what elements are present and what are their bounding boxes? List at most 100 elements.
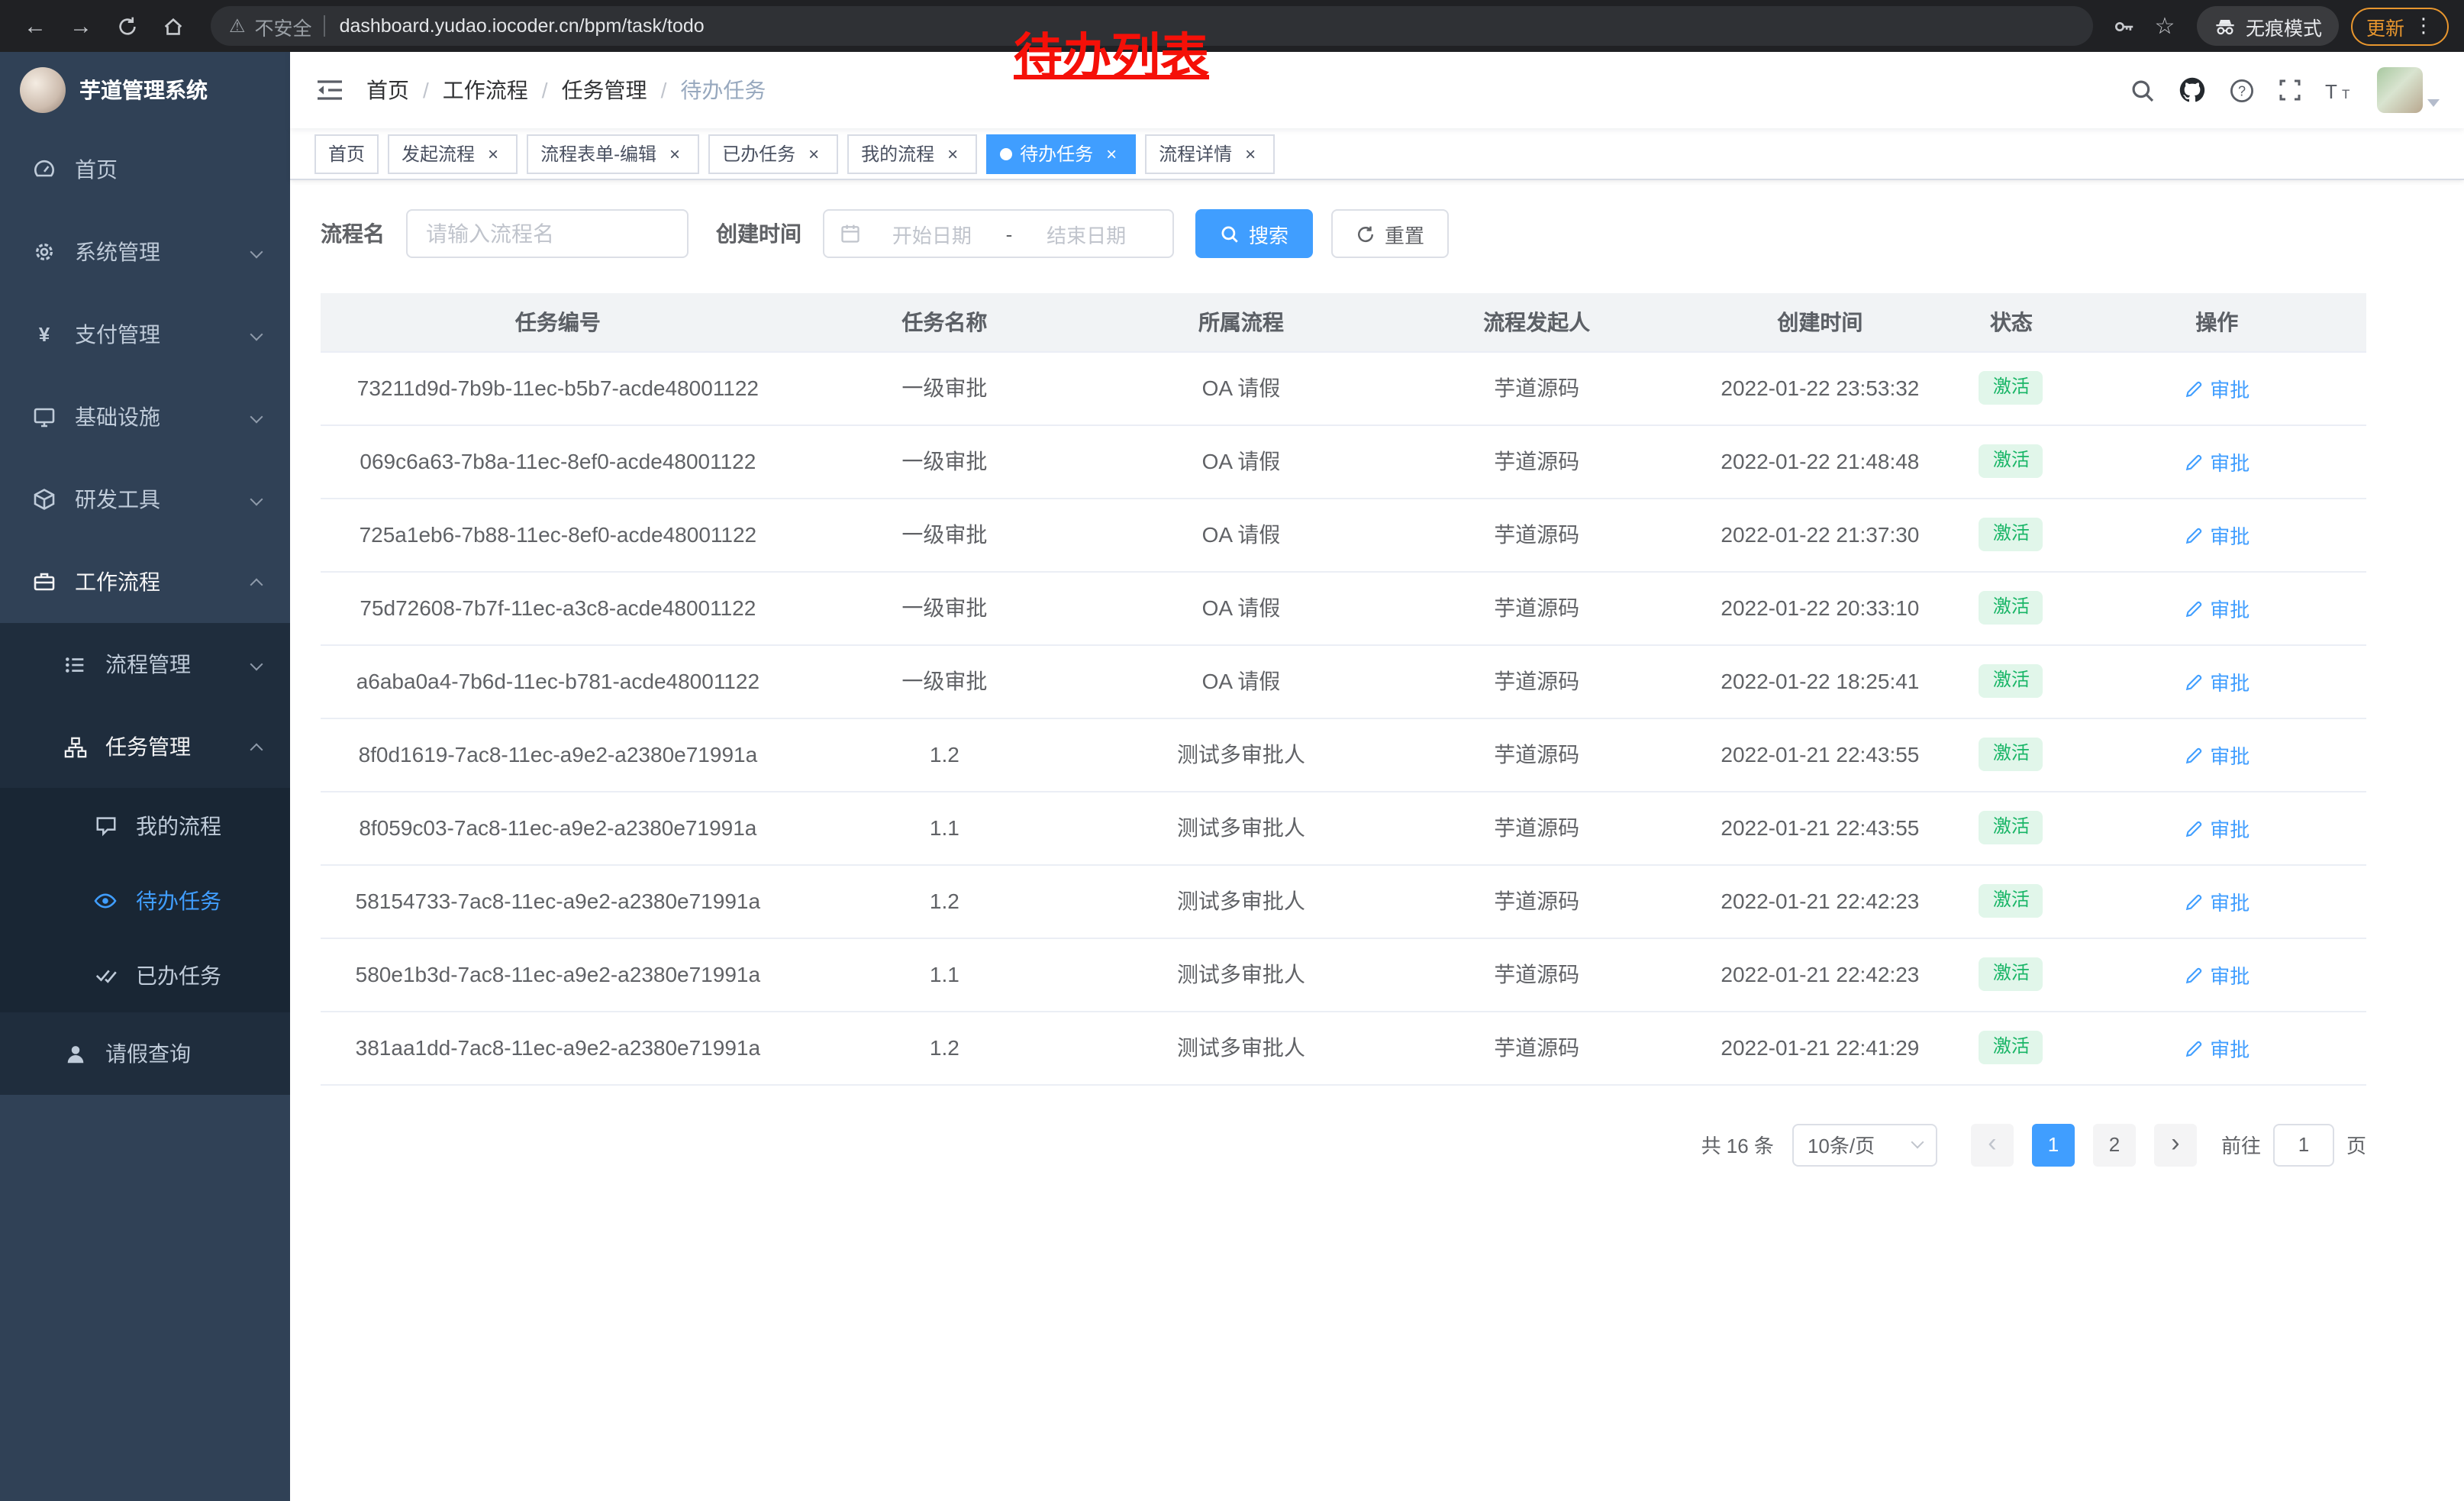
approve-link[interactable]: 审批 — [2184, 593, 2250, 622]
docs-help-button[interactable]: ? — [2229, 77, 2255, 103]
date-range-picker[interactable]: 开始日期 - 结束日期 — [823, 209, 1174, 258]
github-link-button[interactable] — [2179, 76, 2206, 104]
table-row: 069c6a63-7b8a-11ec-8ef0-acde48001122一级审批… — [321, 424, 2366, 498]
cell-status: 激活 — [1955, 498, 2067, 571]
navbar-right: ? TT — [2130, 67, 2440, 113]
app-shell: 芋道管理系统 首页系统管理¥支付管理基础设施研发工具工作流程流程管理任务管理我的… — [0, 52, 2464, 1501]
search-button[interactable]: 搜索 — [1195, 209, 1313, 258]
browser-back-button[interactable]: ← — [15, 6, 55, 46]
reset-button[interactable]: 重置 — [1331, 209, 1449, 258]
pen-icon — [2184, 451, 2204, 471]
column-header-actions: 操作 — [2068, 293, 2366, 351]
font-size-button[interactable]: TT — [2325, 79, 2354, 102]
sidebar-item-process-management[interactable]: 流程管理 — [0, 623, 290, 705]
approve-link[interactable]: 审批 — [2184, 667, 2250, 696]
cell-initiator: 芋道源码 — [1388, 1011, 1685, 1084]
sidebar-item-task-management[interactable]: 任务管理 — [0, 705, 290, 788]
key-icon — [2114, 15, 2137, 37]
browser-reload-button[interactable] — [107, 6, 147, 46]
sidebar-item-label: 支付管理 — [75, 319, 160, 350]
pen-icon — [2184, 1038, 2204, 1057]
sidebar-item-system[interactable]: 系统管理 — [0, 211, 290, 293]
approve-link[interactable]: 审批 — [2184, 520, 2250, 549]
cell-task-name: 1.2 — [795, 1011, 1094, 1084]
cell-created: 2022-01-21 22:41:29 — [1685, 1011, 1956, 1084]
close-tab-icon[interactable]: × — [1101, 143, 1122, 164]
sidebar-item-todo-task[interactable]: 待办任务 — [0, 863, 290, 938]
tab-start-process[interactable]: 发起流程× — [388, 134, 518, 173]
cell-action: 审批 — [2068, 351, 2366, 424]
cell-created: 2022-01-22 20:33:10 — [1685, 571, 1956, 644]
svg-text:T: T — [2342, 86, 2350, 101]
breadcrumb-item[interactable]: 任务管理 — [562, 75, 647, 105]
sidebar-item-payment[interactable]: ¥支付管理 — [0, 293, 290, 376]
approve-link[interactable]: 审批 — [2184, 740, 2250, 769]
sidebar-item-devtools[interactable]: 研发工具 — [0, 458, 290, 541]
cell-process: OA 请假 — [1094, 644, 1388, 718]
user-avatar-menu[interactable] — [2377, 67, 2440, 113]
status-badge: 激活 — [1979, 445, 2043, 477]
browser-forward-button[interactable]: → — [61, 6, 101, 46]
approve-link[interactable]: 审批 — [2184, 960, 2250, 989]
tab-label: 流程详情 — [1159, 140, 1232, 166]
approve-link[interactable]: 审批 — [2184, 1033, 2250, 1062]
sidebar-item-label: 任务管理 — [105, 731, 191, 762]
breadcrumb-item[interactable]: 首页 — [366, 75, 409, 105]
update-chip[interactable]: 更新 ⋮ — [2351, 7, 2449, 45]
sidebar-item-label: 系统管理 — [75, 237, 160, 267]
close-tab-icon[interactable]: × — [1240, 143, 1261, 164]
tab-todo-task[interactable]: 待办任务× — [986, 134, 1136, 173]
close-tab-icon[interactable]: × — [482, 143, 504, 164]
page-button-1[interactable]: 1 — [2032, 1123, 2075, 1166]
next-page-button[interactable]: › — [2154, 1123, 2197, 1166]
approve-link[interactable]: 审批 — [2184, 373, 2250, 402]
approve-link[interactable]: 审批 — [2184, 886, 2250, 915]
browser-menu-icon[interactable]: ⋮ — [2414, 14, 2433, 38]
sidebar-item-my-process[interactable]: 我的流程 — [0, 788, 290, 863]
page-size-select[interactable]: 10条/页 — [1792, 1123, 1937, 1166]
tab-done-task[interactable]: 已办任务× — [708, 134, 838, 173]
sidebar-item-home[interactable]: 首页 — [0, 128, 290, 211]
breadcrumb-item[interactable]: 工作流程 — [443, 75, 528, 105]
process-name-input[interactable] — [406, 209, 689, 258]
sidebar-item-infra[interactable]: 基础设施 — [0, 376, 290, 458]
tab-my-process[interactable]: 我的流程× — [847, 134, 977, 173]
page-button-2[interactable]: 2 — [2093, 1123, 2136, 1166]
bookmark-star-button[interactable]: ☆ — [2145, 6, 2185, 46]
cell-initiator: 芋道源码 — [1388, 718, 1685, 791]
search-button-label: 搜索 — [1249, 219, 1288, 248]
sidebar-item-label: 请假查询 — [105, 1038, 191, 1069]
cell-initiator: 芋道源码 — [1388, 791, 1685, 864]
header-search-button[interactable] — [2130, 77, 2156, 103]
approve-link[interactable]: 审批 — [2184, 813, 2250, 842]
sidebar-item-leave-query[interactable]: 请假查询 — [0, 1012, 290, 1095]
omnibox-divider — [324, 15, 326, 37]
password-key-button[interactable] — [2105, 6, 2145, 46]
pen-icon — [2184, 744, 2204, 764]
pen-icon — [2184, 818, 2204, 838]
sidebar-item-workflow[interactable]: 工作流程 — [0, 541, 290, 623]
tab-process-detail[interactable]: 流程详情 × — [1145, 134, 1275, 173]
app-logo-row[interactable]: 芋道管理系统 — [0, 52, 290, 128]
sidebar-item-done-task[interactable]: 已办任务 — [0, 938, 290, 1012]
table-row: 58154733-7ac8-11ec-a9e2-a2380e71991a1.2测… — [321, 864, 2366, 938]
tab-form-edit[interactable]: 流程表单-编辑× — [527, 134, 699, 173]
browser-home-button[interactable] — [153, 6, 192, 46]
fullscreen-button[interactable] — [2278, 78, 2302, 102]
cell-process: 测试多审批人 — [1094, 791, 1388, 864]
cell-task-id: 069c6a63-7b8a-11ec-8ef0-acde48001122 — [321, 424, 795, 498]
close-tab-icon[interactable]: × — [942, 143, 963, 164]
cell-action: 审批 — [2068, 644, 2366, 718]
approve-link[interactable]: 审批 — [2184, 447, 2250, 476]
goto-page-input[interactable] — [2273, 1123, 2334, 1166]
cell-status: 激活 — [1955, 791, 2067, 864]
close-tab-icon[interactable]: × — [664, 143, 685, 164]
cell-status: 激活 — [1955, 864, 2067, 938]
eye-icon — [92, 888, 119, 912]
close-tab-icon[interactable]: × — [803, 143, 824, 164]
cell-task-name: 1.1 — [795, 791, 1094, 864]
sidebar-collapse-button[interactable] — [314, 75, 345, 105]
prev-page-button[interactable]: ‹ — [1971, 1123, 2014, 1166]
column-header-created: 创建时间 — [1685, 293, 1956, 351]
tab-home[interactable]: 首页 — [314, 134, 379, 173]
